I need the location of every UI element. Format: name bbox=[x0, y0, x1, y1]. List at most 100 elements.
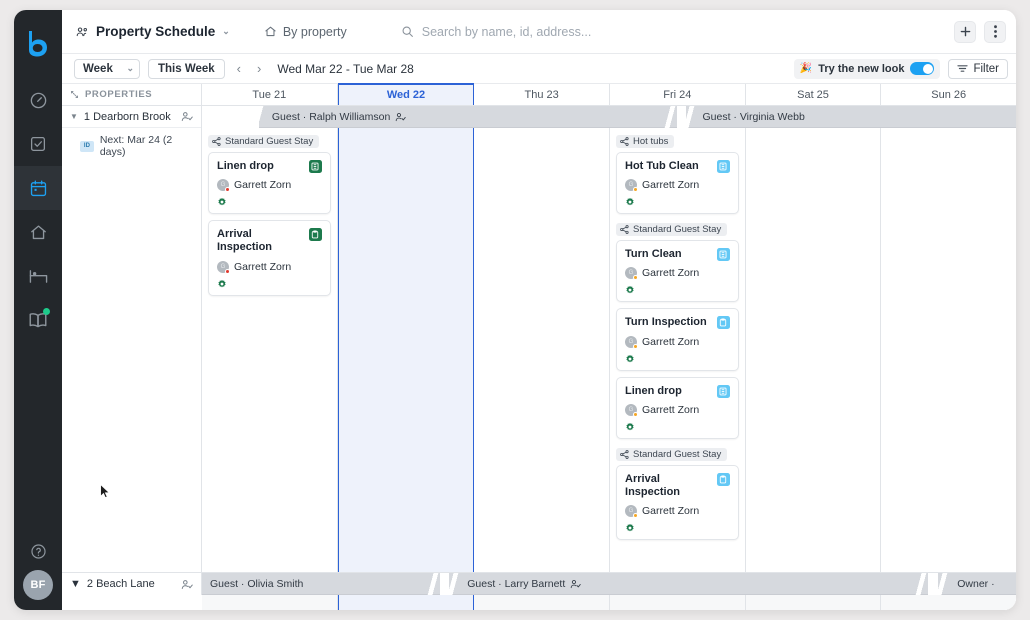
task-group-label[interactable]: Standard Guest Stay bbox=[616, 447, 728, 461]
task-group-label[interactable]: Standard Guest Stay bbox=[616, 223, 728, 237]
task-card[interactable]: Turn Inspection G Garrett Zorn bbox=[616, 308, 739, 371]
stay-start-slash-icon bbox=[446, 573, 461, 595]
task-assignee: G Garrett Zorn bbox=[217, 260, 322, 274]
more-options-button[interactable] bbox=[984, 20, 1006, 43]
calendar-toolbar: Week ⌄ This Week ‹ › Wed Mar 22 - Tue Ma… bbox=[62, 54, 1016, 84]
task-card[interactable]: Linen drop G Garrett Zorn bbox=[208, 152, 331, 215]
day-column-wed-22[interactable] bbox=[337, 106, 475, 610]
share-icon bbox=[620, 449, 629, 459]
linen-icon bbox=[716, 248, 730, 262]
day-header-1[interactable]: Wed 22 bbox=[337, 83, 475, 105]
search-input[interactable] bbox=[421, 24, 742, 39]
day-header-0[interactable]: Tue 21 bbox=[202, 84, 338, 105]
day-column-fri-24[interactable]: Hot tubs Hot Tub Clean G Garrett Zorn St… bbox=[610, 106, 746, 610]
clipboard-icon bbox=[716, 316, 730, 330]
assignee-name: Garrett Zorn bbox=[642, 267, 700, 280]
day-cell[interactable] bbox=[202, 595, 338, 610]
task-card[interactable]: Linen drop G Garrett Zorn bbox=[616, 376, 739, 439]
day-column-sat-25[interactable] bbox=[745, 106, 882, 610]
avatar: G bbox=[217, 179, 230, 193]
task-status-row bbox=[217, 197, 322, 207]
day-header-2[interactable]: Thu 23 bbox=[474, 84, 611, 105]
task-card-header: Arrival Inspection bbox=[217, 228, 322, 254]
property-row-header[interactable]: ▼ 1 Dearborn Brook bbox=[62, 106, 201, 128]
sidebar-item-tasks[interactable] bbox=[14, 122, 62, 166]
group-by-button[interactable]: By property bbox=[264, 25, 347, 39]
chevron-down-icon[interactable]: ▼ bbox=[70, 112, 78, 121]
app-window: BF Property Schedule ⌄ By property Searc… bbox=[14, 10, 1016, 610]
task-assignee: G Garrett Zorn bbox=[217, 179, 322, 193]
properties-column-header[interactable]: PROPERTIES bbox=[62, 84, 202, 105]
this-week-button[interactable]: This Week bbox=[148, 58, 225, 79]
page-title[interactable]: Property Schedule ⌄ bbox=[76, 24, 230, 39]
people-icon bbox=[76, 26, 89, 38]
help-button[interactable] bbox=[30, 543, 47, 560]
sidebar-item-guidebook[interactable] bbox=[14, 298, 62, 342]
sidebar-item-properties[interactable] bbox=[14, 210, 62, 254]
user-avatar[interactable]: BF bbox=[23, 570, 53, 600]
share-icon bbox=[620, 225, 629, 235]
day-column-thu-23[interactable] bbox=[474, 106, 611, 610]
stay-end-slash-icon bbox=[914, 573, 929, 595]
assign-staff-icon[interactable] bbox=[181, 111, 193, 122]
try-new-look-toggle[interactable]: 🎉 Try the new look bbox=[793, 58, 941, 79]
view-select[interactable]: Week ⌄ bbox=[74, 58, 140, 79]
task-status-row bbox=[625, 197, 730, 207]
party-popper-icon: 🎉 bbox=[799, 63, 813, 74]
property-row-header-2[interactable]: ▼ 2 Beach Lane bbox=[62, 573, 202, 595]
task-title: Linen drop bbox=[625, 384, 682, 397]
add-button[interactable] bbox=[954, 20, 976, 43]
app-logo[interactable] bbox=[18, 22, 58, 64]
day-column-sun-26[interactable] bbox=[881, 106, 1016, 610]
task-card[interactable]: Arrival Inspection G Garrett Zorn bbox=[208, 220, 331, 296]
assignee-name: Garrett Zorn bbox=[234, 260, 292, 273]
chevron-down-icon[interactable]: ▼ bbox=[70, 578, 81, 590]
owner-segment[interactable]: Owner · bbox=[949, 573, 1016, 595]
grid-body: ▼ 1 Dearborn Brook ID Next: Mar 24 (2 da… bbox=[62, 106, 1016, 610]
search-box[interactable] bbox=[401, 24, 954, 39]
owner-label: Owner · bbox=[957, 578, 995, 590]
guest-segment[interactable]: Guest · Olivia Smith bbox=[202, 573, 422, 595]
day-cell[interactable] bbox=[881, 595, 1016, 610]
sidebar-item-stays[interactable] bbox=[14, 254, 62, 298]
task-group-label[interactable]: Hot tubs bbox=[616, 135, 675, 148]
chevron-down-icon: ⌄ bbox=[222, 26, 230, 36]
task-group-label[interactable]: Standard Guest Stay bbox=[208, 135, 320, 148]
stay-id-badge: ID bbox=[80, 140, 94, 152]
task-group-name: Standard Guest Stay bbox=[633, 448, 722, 460]
share-icon bbox=[212, 137, 221, 146]
gear-icon bbox=[625, 197, 730, 207]
day-header-3[interactable]: Fri 24 bbox=[610, 84, 746, 105]
task-card[interactable]: Hot Tub Clean G Garrett Zorn bbox=[616, 152, 739, 215]
next-stay-info: ID Next: Mar 24 (2 days) bbox=[62, 128, 201, 158]
task-status-row bbox=[217, 279, 322, 289]
day-cell[interactable] bbox=[610, 595, 746, 610]
new-look-switch[interactable] bbox=[910, 62, 935, 75]
assign-staff-icon[interactable] bbox=[181, 579, 193, 590]
next-period-button[interactable]: › bbox=[253, 61, 265, 76]
stay-end-slash-icon bbox=[425, 573, 440, 595]
guest-segment[interactable]: Guest · Larry Barnett bbox=[459, 573, 907, 595]
task-group-name: Standard Guest Stay bbox=[633, 224, 722, 236]
status-dot bbox=[633, 411, 639, 417]
filter-button[interactable]: Filter bbox=[948, 58, 1008, 79]
day-cell[interactable] bbox=[745, 595, 882, 610]
days-area: Standard Guest Stay Linen drop G Garrett… bbox=[202, 106, 1016, 610]
avatar: G bbox=[625, 403, 639, 417]
task-card[interactable]: Arrival Inspection G Garrett Zorn bbox=[616, 464, 739, 541]
task-assignee: G Garrett Zorn bbox=[625, 267, 730, 281]
chevron-down-icon: ⌄ bbox=[126, 63, 134, 73]
share-icon bbox=[620, 137, 629, 146]
checkbox-icon bbox=[29, 135, 47, 153]
day-column-tue-21[interactable]: Standard Guest Stay Linen drop G Garrett… bbox=[202, 106, 338, 610]
sidebar-item-dashboard[interactable] bbox=[14, 78, 62, 122]
day-header-4[interactable]: Sat 25 bbox=[746, 84, 882, 105]
clipboard-icon bbox=[716, 472, 730, 486]
prev-period-button[interactable]: ‹ bbox=[233, 61, 245, 76]
task-card[interactable]: Turn Clean G Garrett Zorn bbox=[616, 240, 739, 303]
day-cell[interactable] bbox=[474, 595, 611, 610]
day-header-5[interactable]: Sun 26 bbox=[881, 84, 1016, 105]
day-cell[interactable] bbox=[337, 595, 475, 610]
sidebar-item-schedule[interactable] bbox=[14, 166, 62, 210]
assign-staff-icon[interactable] bbox=[570, 579, 581, 589]
